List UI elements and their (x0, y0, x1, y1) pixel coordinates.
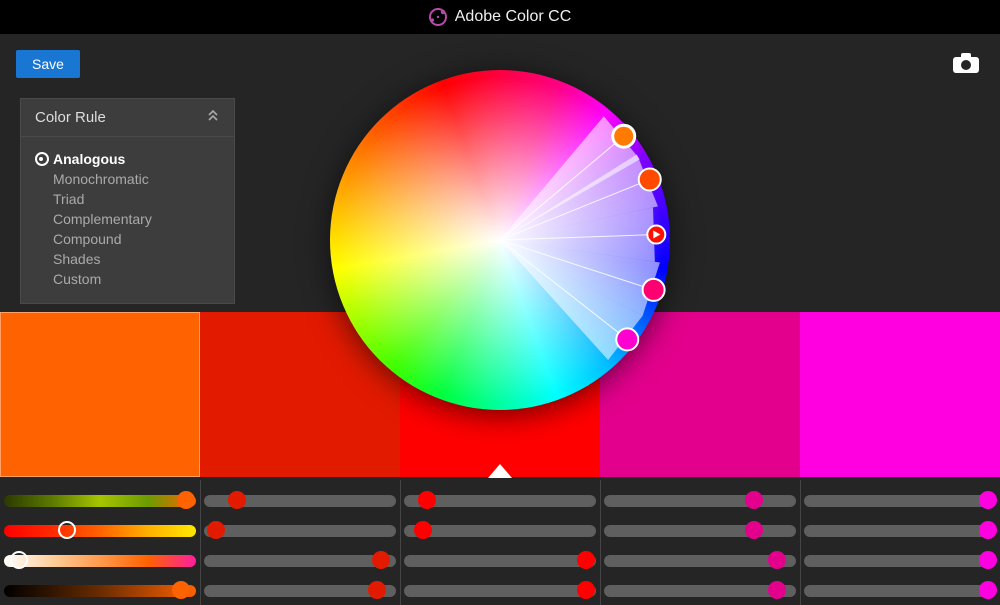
gradient-track[interactable] (4, 525, 196, 537)
value-track[interactable] (404, 585, 596, 597)
slider-handle[interactable] (979, 551, 997, 569)
color-rule-item[interactable]: Shades (35, 249, 220, 269)
slider-handle[interactable] (979, 521, 997, 539)
color-rule-item[interactable]: Triad (35, 189, 220, 209)
adobe-color-logo-icon (429, 8, 447, 26)
slider-handle[interactable] (577, 581, 595, 599)
slider-handle[interactable] (577, 551, 595, 569)
slider-handle[interactable] (414, 521, 432, 539)
color-wheel[interactable] (330, 70, 670, 410)
slider-handle[interactable] (177, 491, 195, 509)
value-track[interactable] (404, 555, 596, 567)
slider-row (10, 578, 990, 604)
slider-handle[interactable] (768, 581, 786, 599)
slider-handle[interactable] (979, 491, 997, 509)
color-rule-item-label: Shades (53, 251, 100, 267)
color-rule-item[interactable]: Complementary (35, 209, 220, 229)
column-divider (600, 480, 601, 605)
slider-handle[interactable] (418, 491, 436, 509)
camera-icon (951, 51, 981, 80)
value-track[interactable] (804, 585, 996, 597)
gradient-track[interactable] (4, 585, 196, 597)
save-button[interactable]: Save (16, 50, 80, 78)
slider-handle[interactable] (745, 491, 763, 509)
color-rule-panel: Color Rule Analogous Monochromatic Triad Co… (20, 98, 235, 304)
color-rule-item-label: Complementary (53, 211, 152, 227)
color-rule-item-label: Monochromatic (53, 171, 149, 187)
slider-handle[interactable] (228, 491, 246, 509)
slider-area (0, 480, 1000, 605)
value-track[interactable] (204, 525, 396, 537)
color-rule-item[interactable]: Analogous (35, 149, 220, 169)
value-track[interactable] (804, 525, 996, 537)
slider-handle[interactable] (172, 581, 190, 599)
slider-handle[interactable] (979, 581, 997, 599)
app-header: Adobe Color CC (0, 0, 1000, 34)
color-rule-list: Analogous Monochromatic Triad Complementary… (21, 137, 234, 303)
swatch[interactable] (0, 312, 200, 477)
color-rule-item[interactable]: Compound (35, 229, 220, 249)
slider-row (10, 488, 990, 514)
slider-handle[interactable] (372, 551, 390, 569)
app-title: Adobe Color CC (455, 8, 572, 26)
camera-button[interactable] (948, 50, 984, 80)
swatch[interactable] (800, 312, 1000, 477)
slider-handle[interactable] (58, 521, 76, 539)
color-rule-item[interactable]: Custom (35, 269, 220, 289)
column-divider (200, 480, 201, 605)
active-swatch-caret-icon (488, 464, 512, 478)
color-rule-title: Color Rule (35, 109, 106, 126)
slider-handle[interactable] (207, 521, 225, 539)
slider-handle[interactable] (368, 581, 386, 599)
value-track[interactable] (604, 525, 796, 537)
gradient-track[interactable] (4, 555, 196, 567)
slider-row (10, 518, 990, 544)
value-track[interactable] (804, 555, 996, 567)
value-track[interactable] (204, 555, 396, 567)
slider-handle[interactable] (768, 551, 786, 569)
column-divider (800, 480, 801, 605)
color-rule-item-label: Custom (53, 271, 101, 287)
color-rule-item-label: Compound (53, 231, 122, 247)
color-rule-item-label: Analogous (53, 151, 125, 167)
gradient-track[interactable] (4, 495, 196, 507)
column-divider (400, 480, 401, 605)
color-rule-item-label: Triad (53, 191, 84, 207)
slider-handle[interactable] (745, 521, 763, 539)
slider-row (10, 548, 990, 574)
value-track[interactable] (804, 495, 996, 507)
hue-wheel[interactable] (330, 70, 670, 410)
value-track[interactable] (604, 495, 796, 507)
color-rule-item[interactable]: Monochromatic (35, 169, 220, 189)
color-rule-header[interactable]: Color Rule (21, 99, 234, 137)
value-track[interactable] (404, 525, 596, 537)
collapse-double-chevron-icon (206, 109, 220, 126)
slider-handle[interactable] (10, 551, 28, 569)
